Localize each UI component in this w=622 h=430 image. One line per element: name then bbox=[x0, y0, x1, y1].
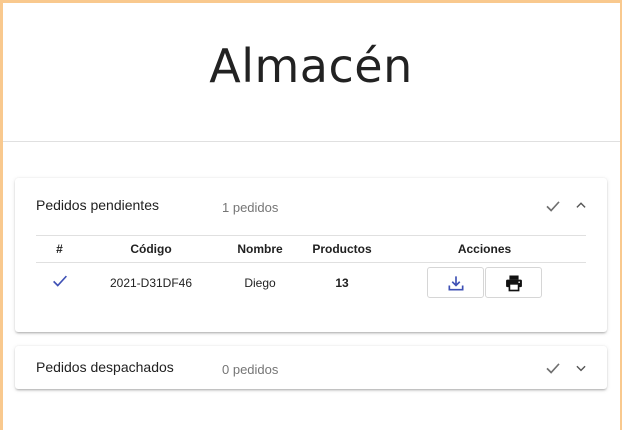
check-icon bbox=[52, 275, 67, 287]
printer-icon bbox=[505, 275, 522, 292]
dispatched-orders-panel: Pedidos despachados 0 pedidos bbox=[15, 346, 607, 389]
column-header-name: Nombre bbox=[219, 235, 301, 263]
column-header-actions: Acciones bbox=[383, 235, 586, 263]
download-button[interactable] bbox=[427, 267, 484, 299]
page-title: Almacén bbox=[209, 38, 413, 93]
dispatched-orders-header[interactable]: Pedidos despachados 0 pedidos bbox=[15, 346, 607, 389]
pending-orders-header[interactable]: Pedidos pendientes 1 pedidos bbox=[15, 178, 607, 230]
order-code: 2021-D31DF46 bbox=[109, 275, 193, 290]
pending-orders-table: # Código Nombre Productos Acciones 2021-… bbox=[36, 235, 586, 303]
dispatched-orders-title: Pedidos despachados bbox=[36, 359, 174, 375]
table-header-row: # Código Nombre Productos Acciones bbox=[36, 235, 586, 263]
check-icon[interactable] bbox=[544, 359, 562, 377]
chevron-up-icon[interactable] bbox=[574, 198, 588, 212]
page-header: Almacén bbox=[0, 0, 622, 142]
order-actions bbox=[383, 263, 586, 303]
chevron-down-icon[interactable] bbox=[574, 361, 588, 375]
column-header-products: Productos bbox=[301, 235, 383, 263]
table-row: 2021-D31DF46 Diego 13 bbox=[36, 263, 586, 303]
print-button[interactable] bbox=[485, 267, 542, 299]
pending-orders-title: Pedidos pendientes bbox=[36, 197, 159, 213]
column-header-hash: # bbox=[36, 235, 83, 263]
row-status-cell bbox=[36, 263, 83, 303]
pending-orders-count: 1 pedidos bbox=[222, 200, 279, 215]
check-icon[interactable] bbox=[544, 197, 562, 215]
download-icon bbox=[448, 276, 463, 291]
pending-orders-panel: Pedidos pendientes 1 pedidos # Código No… bbox=[15, 178, 607, 332]
column-header-code: Código bbox=[83, 235, 219, 263]
dispatched-orders-count: 0 pedidos bbox=[222, 362, 279, 377]
order-name: Diego bbox=[244, 275, 276, 290]
order-products: 13 bbox=[335, 275, 349, 290]
